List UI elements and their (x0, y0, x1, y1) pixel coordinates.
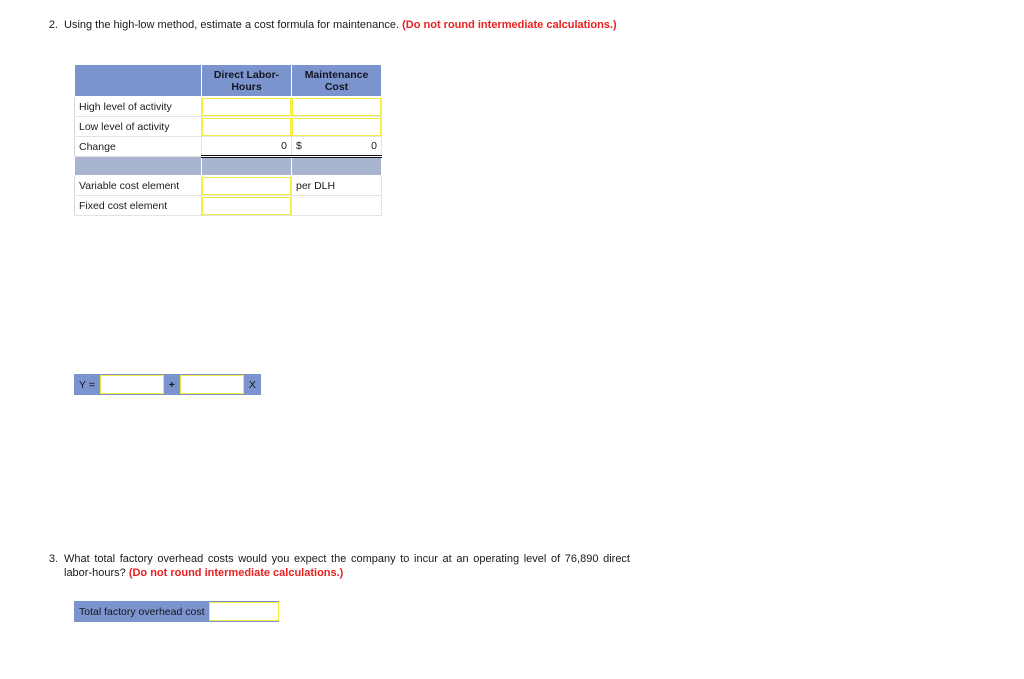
fixed-cost-blank-cell (291, 195, 382, 216)
high-dlh-input[interactable] (202, 97, 291, 116)
question-2-text: Using the high-low method, estimate a co… (64, 18, 630, 32)
input-cell-low-maintenance[interactable] (291, 116, 382, 137)
low-maintenance-input[interactable] (292, 117, 381, 136)
input-cell-low-dlh[interactable] (201, 116, 292, 137)
header-maintenance-cost: Maintenance Cost (291, 64, 382, 97)
low-dlh-input[interactable] (202, 117, 291, 136)
divider-band-dlh (201, 156, 292, 176)
table-row-low-level: Low level of activity (74, 116, 382, 137)
variable-cost-unit-label: per DLH (291, 175, 382, 196)
header-direct-labor-hours: Direct Labor-Hours (201, 64, 292, 97)
formula-y-label: Y = (79, 378, 95, 391)
row-label-change: Change (74, 136, 202, 157)
formula-intercept-input[interactable] (99, 375, 164, 394)
change-currency-symbol: $ (296, 140, 302, 152)
question-3-number: 3. (48, 553, 58, 565)
high-maintenance-input[interactable] (292, 97, 381, 116)
row-label-variable-cost: Variable cost element (74, 175, 202, 196)
cost-formula-strip: Y = + X (74, 374, 261, 395)
high-low-method-table: Direct Labor-Hours Maintenance Cost High… (74, 64, 382, 216)
fixed-cost-input[interactable] (202, 196, 291, 215)
change-maintenance-value: 0 (371, 140, 377, 152)
change-dlh-value: 0 (201, 136, 292, 158)
row-label-fixed-cost: Fixed cost element (74, 195, 202, 216)
input-cell-high-dlh[interactable] (201, 96, 292, 117)
formula-x-label: X (248, 378, 256, 391)
divider-band-label (74, 156, 202, 176)
table-row-variable-cost: Variable cost element per DLH (74, 175, 382, 196)
formula-slope-input[interactable] (179, 375, 244, 394)
question-2-number: 2. (48, 19, 58, 31)
input-cell-fixed-cost[interactable] (201, 195, 292, 216)
total-factory-overhead-strip: Total factory overhead cost (74, 601, 280, 622)
table-row-fixed-cost: Fixed cost element (74, 195, 382, 216)
question-2-emphasis-text: (Do not round intermediate calculations.… (402, 19, 617, 31)
header-blank-corner (74, 64, 202, 97)
input-cell-high-maintenance[interactable] (291, 96, 382, 117)
question-3-text: What total factory overhead costs would … (64, 552, 630, 580)
input-cell-variable-cost[interactable] (201, 175, 292, 196)
change-maintenance-cell: $ 0 (291, 136, 382, 158)
question-2-main-text: Using the high-low method, estimate a co… (64, 19, 403, 31)
table-row-divider-band (74, 156, 382, 176)
row-label-high-level: High level of activity (74, 96, 202, 117)
table-header-row: Direct Labor-Hours Maintenance Cost (74, 64, 382, 97)
table-row-change: Change 0 $ 0 (74, 136, 382, 158)
formula-plus-operator: + (168, 378, 175, 391)
question-2-block: 2. Using the high-low method, estimate a… (44, 18, 630, 32)
total-factory-overhead-label: Total factory overhead cost (79, 605, 205, 618)
variable-cost-input[interactable] (202, 176, 291, 195)
row-label-low-level: Low level of activity (74, 116, 202, 137)
question-3-emphasis-text: (Do not round intermediate calculations.… (128, 567, 344, 579)
divider-band-maintenance (291, 156, 382, 176)
table-row-high-level: High level of activity (74, 96, 382, 117)
question-3-block: 3. What total factory overhead costs wou… (44, 552, 630, 580)
total-factory-overhead-input[interactable] (209, 602, 280, 621)
